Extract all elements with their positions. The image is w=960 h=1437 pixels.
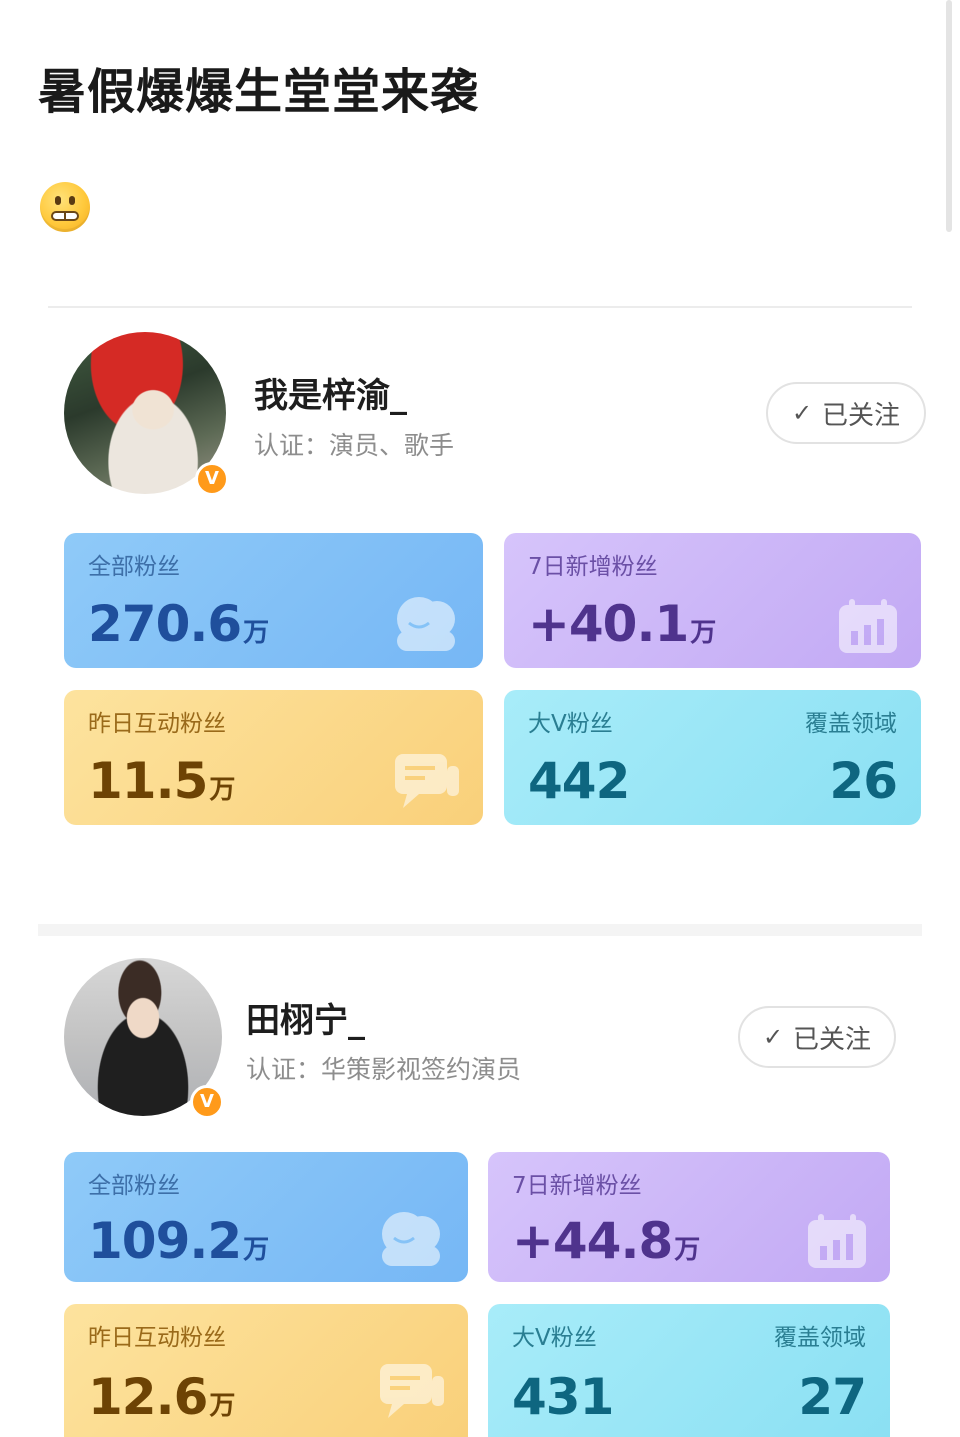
people-icon — [382, 1212, 440, 1266]
stat-new-fans[interactable]: 7日新增粉丝 +44.8万 — [488, 1152, 890, 1282]
stat-number: 11.5 — [88, 752, 208, 810]
stat-unit: 万 — [209, 775, 235, 805]
bar-chart-icon — [808, 1214, 866, 1268]
profile-name[interactable]: 田栩宁_ — [246, 993, 365, 1042]
stat-number: 109.2 — [88, 1212, 242, 1270]
profile-card: V 我是梓渝_ 认证：演员、歌手 ✓ 已关注 全部粉丝 270.6万 7日新增粉… — [0, 0, 960, 900]
stat-label: 大V粉丝 — [512, 1325, 597, 1351]
stat-label: 昨日互动粉丝 — [88, 711, 226, 737]
stat-unit: 万 — [243, 618, 269, 648]
stat-number: +44.8 — [512, 1212, 673, 1270]
stat-value: 270.6万 — [88, 595, 269, 653]
stat-label: 大V粉丝 — [528, 711, 613, 737]
bar-chart-icon — [839, 599, 897, 653]
stat-total-fans[interactable]: 全部粉丝 270.6万 — [64, 533, 483, 668]
follow-button[interactable]: ✓ 已关注 — [738, 1006, 896, 1068]
stat-number: 26 — [829, 752, 898, 810]
stat-new-fans[interactable]: 7日新增粉丝 +40.1万 — [504, 533, 921, 668]
follow-button[interactable]: ✓ 已关注 — [766, 382, 926, 444]
people-icon — [397, 597, 455, 651]
stat-label: 昨日互动粉丝 — [88, 1325, 226, 1351]
stat-label: 覆盖领域 — [774, 1325, 866, 1351]
stat-number: 12.6 — [88, 1368, 208, 1426]
chat-bubble-icon — [395, 754, 459, 808]
stat-total-fans[interactable]: 全部粉丝 109.2万 — [64, 1152, 468, 1282]
stat-unit: 万 — [674, 1235, 700, 1265]
check-icon: ✓ — [762, 1023, 784, 1051]
stat-label: 7日新增粉丝 — [512, 1173, 642, 1199]
stat-number: 431 — [512, 1368, 614, 1426]
stat-bigv-fans[interactable]: 大V粉丝 覆盖领域 442 26 — [504, 690, 921, 825]
follow-button-label: 已关注 — [822, 400, 901, 431]
verified-badge-icon: V — [190, 1085, 224, 1119]
stat-interact-fans[interactable]: 昨日互动粉丝 11.5万 — [64, 690, 483, 825]
stat-unit: 万 — [209, 1391, 235, 1421]
stat-number: 442 — [528, 752, 630, 810]
chat-bubble-icon — [380, 1364, 444, 1418]
stat-value: +40.1万 — [528, 595, 716, 653]
check-icon: ✓ — [791, 399, 813, 427]
stat-unit: 万 — [243, 1235, 269, 1265]
stat-value: 109.2万 — [88, 1212, 269, 1270]
stat-number: 270.6 — [88, 595, 242, 653]
stat-label: 7日新增粉丝 — [528, 554, 658, 580]
stat-value: 11.5万 — [88, 752, 235, 810]
stat-number: +40.1 — [528, 595, 689, 653]
stat-interact-fans[interactable]: 昨日互动粉丝 12.6万 — [64, 1304, 468, 1437]
follow-button-label: 已关注 — [793, 1024, 872, 1055]
profile-certification: 认证：演员、歌手 — [254, 431, 455, 460]
stat-label: 覆盖领域 — [805, 711, 897, 737]
stat-unit: 万 — [690, 618, 716, 648]
verified-badge-icon: V — [195, 462, 229, 496]
stat-number: 27 — [798, 1368, 867, 1426]
stat-value: +44.8万 — [512, 1212, 700, 1270]
profile-certification: 认证：华策影视签约演员 — [246, 1055, 522, 1084]
stat-label: 全部粉丝 — [88, 1173, 180, 1199]
section-divider — [38, 924, 922, 936]
stat-value: 12.6万 — [88, 1368, 235, 1426]
stat-label: 全部粉丝 — [88, 554, 180, 580]
avatar[interactable] — [64, 958, 222, 1116]
profile-name[interactable]: 我是梓渝_ — [254, 368, 407, 417]
stat-bigv-fans[interactable]: 大V粉丝 覆盖领域 431 27 — [488, 1304, 890, 1437]
